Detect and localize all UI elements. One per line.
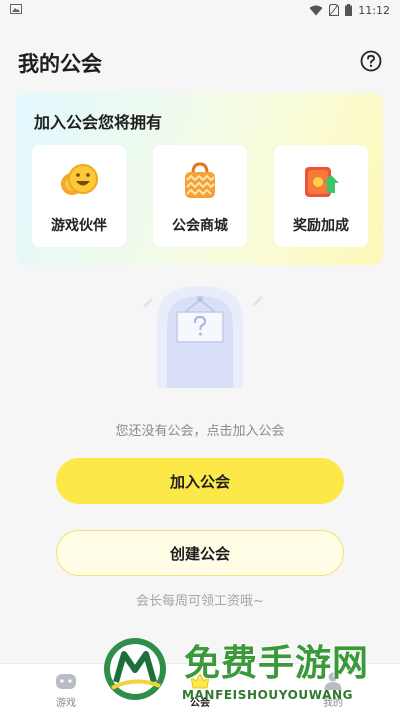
reward-boost-icon (301, 161, 341, 201)
status-bar: 11:12 (0, 0, 400, 20)
salary-hint: 会长每周可领工资哦~ (136, 594, 264, 609)
nav-label: 我的 (323, 698, 343, 709)
benefit-game-partner: 游戏伙伴 (32, 145, 126, 247)
shopping-bag-icon (180, 161, 220, 201)
gamepad-icon (55, 670, 77, 692)
benefit-guild-shop: 公会商城 (153, 145, 247, 247)
create-guild-button[interactable]: 创建公会 (56, 530, 344, 576)
battery-icon (345, 4, 353, 16)
smiley-coins-icon (59, 161, 99, 201)
no-sim-icon (329, 4, 340, 16)
benefit-label: 公会商城 (172, 218, 228, 234)
page-title: 我的公会 (18, 52, 102, 76)
nav-item-guild[interactable]: 公会 (165, 670, 235, 709)
benefit-label: 游戏伙伴 (51, 218, 107, 234)
benefit-label: 奖励加成 (293, 218, 349, 234)
join-guild-button[interactable]: 加入公会 (56, 458, 344, 504)
nav-label: 公会 (190, 698, 210, 709)
benefits-title: 加入公会您将拥有 (34, 113, 163, 132)
nav-label: 游戏 (56, 698, 76, 709)
empty-guild-illustration (135, 284, 265, 388)
help-icon[interactable] (360, 50, 382, 72)
nav-item-games[interactable]: 游戏 (31, 670, 101, 709)
gallery-notification-icon (10, 3, 22, 17)
benefit-reward-boost: 奖励加成 (274, 145, 368, 247)
profile-icon (322, 670, 344, 692)
status-time: 11:12 (358, 3, 390, 17)
benefits-card: 加入公会您将拥有 游戏伙伴 公会商城 奖励加成 (16, 93, 383, 265)
empty-state-message: 您还没有公会，点击加入公会 (115, 424, 285, 439)
bottom-nav: 游戏 公会 我的 (0, 663, 400, 711)
wifi-icon (309, 5, 323, 16)
crown-icon (189, 670, 211, 692)
nav-item-profile[interactable]: 我的 (298, 670, 368, 709)
